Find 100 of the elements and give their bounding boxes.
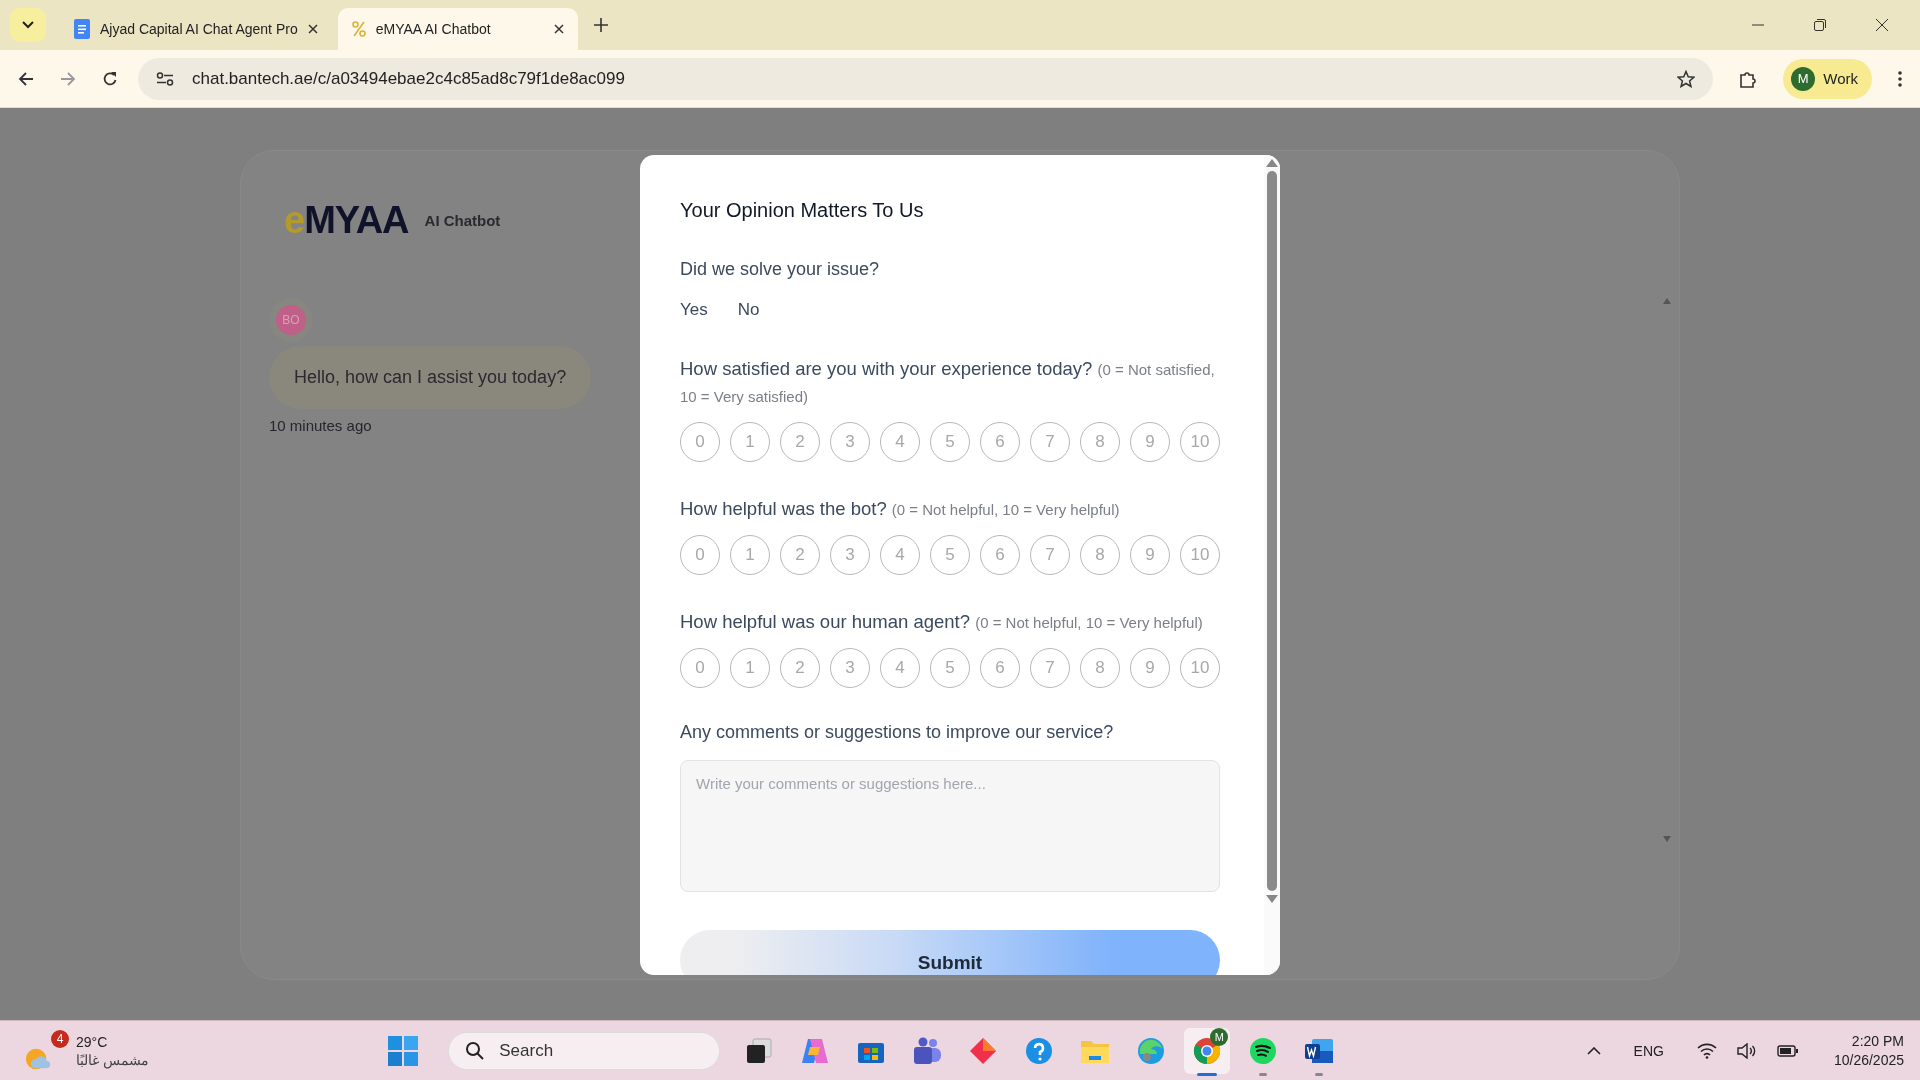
search-label: Search xyxy=(499,1040,554,1061)
comments-field[interactable]: Write your comments or suggestions here... xyxy=(680,760,1220,892)
rating-option[interactable]: 9 xyxy=(1130,648,1170,688)
temperature: 29°C xyxy=(76,1032,109,1051)
close-icon[interactable] xyxy=(553,24,564,34)
rating-option[interactable]: 10 xyxy=(1180,422,1220,462)
document-icon xyxy=(74,19,90,39)
rating-option[interactable]: 3 xyxy=(830,422,870,462)
rating-option[interactable]: 10 xyxy=(1180,648,1220,688)
help-icon xyxy=(1025,1036,1054,1065)
rating-option[interactable]: 0 xyxy=(680,535,720,575)
product-name: AI Chatbot xyxy=(424,212,501,229)
wifi-icon[interactable] xyxy=(1696,1042,1717,1059)
rating-option[interactable]: 6 xyxy=(980,422,1020,462)
site-settings-icon[interactable] xyxy=(156,71,174,86)
percent-icon xyxy=(351,21,366,37)
reload-icon[interactable] xyxy=(102,70,118,87)
rating-option[interactable]: 0 xyxy=(680,422,720,462)
browser-tab[interactable]: Ajyad Capital AI Chat Agent Pro xyxy=(60,8,332,50)
word-icon xyxy=(1304,1036,1335,1065)
submit-button[interactable]: Submit xyxy=(680,930,1220,975)
rating-option[interactable]: 9 xyxy=(1130,422,1170,462)
chat-message: Hello, how can I assist you today? xyxy=(269,346,592,409)
notification-badge: 4 xyxy=(51,1029,69,1048)
forward-icon[interactable] xyxy=(60,70,76,87)
rating-option[interactable]: 2 xyxy=(780,422,820,462)
chevron-up-icon[interactable] xyxy=(1586,1046,1601,1055)
rating-option[interactable]: 4 xyxy=(880,535,920,575)
overlapping-squares-icon xyxy=(745,1036,774,1065)
close-icon[interactable] xyxy=(1876,19,1888,31)
rating-option[interactable]: 7 xyxy=(1030,535,1070,575)
puzzle-icon[interactable] xyxy=(1739,69,1758,88)
rating-option[interactable]: 10 xyxy=(1180,535,1220,575)
tab-title: eMYAA AI Chatbot xyxy=(375,21,492,37)
diamond-icon xyxy=(969,1036,998,1065)
rating-option[interactable]: 8 xyxy=(1080,422,1120,462)
question: Any comments or suggestions to improve our service? xyxy=(680,722,1115,743)
rating-option[interactable]: 7 xyxy=(1030,648,1070,688)
rating-option[interactable]: 9 xyxy=(1130,535,1170,575)
rating-option[interactable]: 1 xyxy=(730,535,770,575)
chevron-down-icon xyxy=(22,21,34,29)
restore-icon[interactable] xyxy=(1814,19,1826,31)
rating-option[interactable]: 2 xyxy=(780,648,820,688)
rating-option[interactable]: 0 xyxy=(680,648,720,688)
question: How satisfied are you with your experience today? (0 = Not satisfied, 10 = Very satisfied) xyxy=(680,357,1216,407)
clock-date: 10/26/2025 xyxy=(1833,1050,1904,1070)
edge-icon xyxy=(1137,1036,1166,1065)
weather-condition: مشمس غالبًا xyxy=(76,1050,149,1069)
new-tab-icon[interactable] xyxy=(593,18,608,32)
rating-option[interactable]: 5 xyxy=(930,535,970,575)
windows-start-icon[interactable] xyxy=(388,1035,419,1066)
address-bar[interactable]: chat.bantech.ae/c/a03494ebae2c4c85ad8c79f1de8ac099 xyxy=(138,57,1714,100)
copilot-icon xyxy=(800,1036,831,1065)
question: How helpful was our human agent? (0 = Not helpful, 10 = Very helpful) xyxy=(680,610,1204,634)
search-icon xyxy=(465,1040,486,1061)
rating-option[interactable]: 6 xyxy=(980,648,1020,688)
message-time: 10 minutes ago xyxy=(269,417,372,434)
speaker-icon[interactable] xyxy=(1736,1042,1757,1059)
question: How helpful was the bot? (0 = Not helpful, 10 = Very helpful) xyxy=(680,497,1121,521)
people-icon xyxy=(912,1036,943,1065)
menu-icon[interactable] xyxy=(1898,70,1902,87)
clock[interactable]: 2:20 PM 10/26/2025 xyxy=(1833,1031,1904,1070)
rating-option[interactable]: 1 xyxy=(730,648,770,688)
profile-badge: M xyxy=(1210,1027,1229,1046)
taskbar-search[interactable]: Search xyxy=(448,1031,721,1070)
back-icon[interactable] xyxy=(18,70,34,87)
answer-option[interactable]: Yes xyxy=(680,300,708,322)
rating-option[interactable]: 1 xyxy=(730,422,770,462)
url-text: chat.bantech.ae/c/a03494ebae2c4c85ad8c79f1de8ac099 xyxy=(192,68,625,89)
profile-avatar: M xyxy=(1791,66,1816,91)
rating-option[interactable]: 6 xyxy=(980,535,1020,575)
profile-button[interactable]: M Work xyxy=(1783,58,1872,99)
rating-option[interactable]: 8 xyxy=(1080,535,1120,575)
rating-option[interactable]: 4 xyxy=(880,648,920,688)
browser-tab[interactable]: eMYAA AI Chatbot xyxy=(337,8,578,50)
close-icon[interactable] xyxy=(307,24,318,34)
scrollbar-thumb[interactable] xyxy=(1267,171,1277,891)
scroll-down-icon[interactable] xyxy=(1266,895,1278,903)
tab-search-button[interactable] xyxy=(10,8,46,42)
question: Did we solve your issue? xyxy=(680,259,881,280)
rating-option[interactable]: 4 xyxy=(880,422,920,462)
rating-option[interactable]: 5 xyxy=(930,422,970,462)
spotify-icon xyxy=(1249,1036,1278,1065)
rating-option[interactable]: 7 xyxy=(1030,422,1070,462)
rating-option[interactable]: 8 xyxy=(1080,648,1120,688)
dialog-title: Your Opinion Matters To Us xyxy=(680,199,925,222)
logo: eMYAA xyxy=(284,199,409,242)
clock-time: 2:20 PM xyxy=(1851,1031,1904,1051)
scroll-up-icon[interactable] xyxy=(1266,159,1278,167)
rating-option[interactable]: 5 xyxy=(930,648,970,688)
rating-option[interactable]: 3 xyxy=(830,648,870,688)
rating-option[interactable]: 2 xyxy=(780,535,820,575)
tab-title: Ajyad Capital AI Chat Agent Pro xyxy=(100,21,298,37)
answer-option[interactable]: No xyxy=(737,300,760,322)
language-indicator[interactable]: ENG xyxy=(1633,1042,1664,1059)
rating-option[interactable]: 3 xyxy=(830,535,870,575)
bot-avatar: BO xyxy=(276,305,306,335)
chrome-app-button[interactable]: M xyxy=(1184,1027,1231,1074)
star-icon[interactable] xyxy=(1677,69,1696,88)
battery-icon[interactable] xyxy=(1776,1043,1799,1058)
